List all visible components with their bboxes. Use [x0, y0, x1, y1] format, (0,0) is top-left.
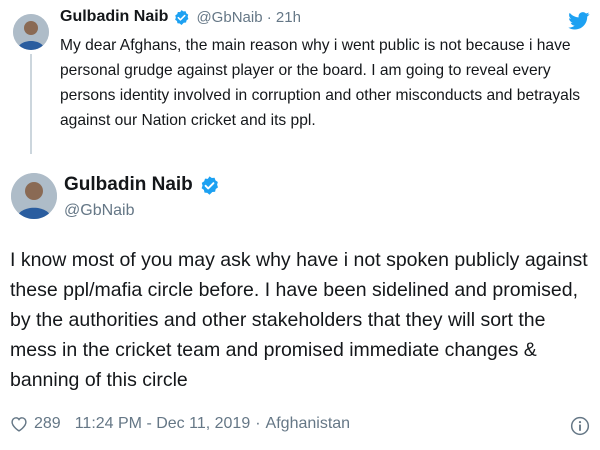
main-author-name[interactable]: Gulbadin Naib — [64, 174, 193, 196]
thread-line — [30, 54, 32, 154]
parent-handle[interactable]: @GbNaib — [196, 9, 262, 26]
tweet-footer: 289 11:24 PM - Dec 11, 2019 · Afghanista… — [10, 415, 350, 433]
parent-tweet-text: My dear Afghans, the main reason why i w… — [60, 37, 581, 129]
twitter-bird-icon[interactable] — [568, 12, 590, 30]
parent-tweet[interactable]: Gulbadin Naib @GbNaib · 21h My dear Afgh… — [0, 0, 600, 155]
verified-badge-icon — [173, 9, 190, 26]
parent-author-name[interactable]: Gulbadin Naib — [60, 8, 168, 26]
tweet-timestamp[interactable]: 11:24 PM - Dec 11, 2019 — [75, 415, 251, 433]
parent-header: Gulbadin Naib @GbNaib · 21h — [60, 8, 301, 26]
separator-dot: · — [255, 415, 261, 432]
info-icon[interactable] — [570, 416, 590, 436]
verified-badge-icon — [199, 175, 220, 196]
avatar-image — [11, 173, 57, 219]
main-handle[interactable]: @GbNaib — [64, 202, 135, 220]
separator-dot: · — [266, 8, 272, 26]
parent-avatar[interactable] — [13, 14, 49, 50]
main-avatar[interactable] — [11, 173, 57, 219]
main-header: Gulbadin Naib — [64, 174, 220, 196]
heart-icon[interactable] — [10, 416, 28, 432]
like-count[interactable]: 289 — [34, 415, 61, 433]
avatar-image — [13, 14, 49, 50]
main-tweet-text: I know most of you may ask why have i no… — [10, 249, 588, 391]
main-tweet[interactable]: Gulbadin Naib @GbNaib I know most of you… — [0, 165, 600, 450]
parent-timestamp[interactable]: 21h — [276, 9, 301, 26]
tweet-location[interactable]: Afghanistan — [266, 415, 351, 433]
